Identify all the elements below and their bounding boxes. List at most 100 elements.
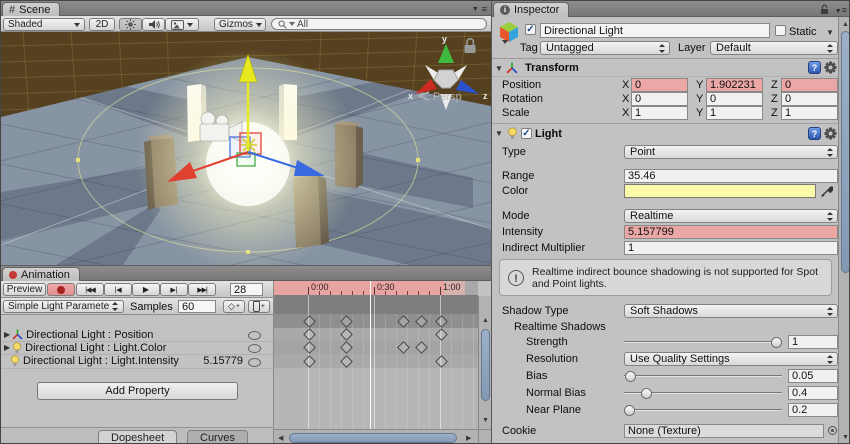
color-swatch[interactable] [624,184,816,198]
timeline-empty-area[interactable] [274,368,478,429]
resolution-dropdown[interactable]: Use Quality Settings [624,352,838,366]
audio-toggle-icon[interactable] [142,18,165,31]
strength-field[interactable]: 1 [788,335,838,349]
foldout-icon[interactable]: ▶ [4,330,10,339]
tab-dopesheet[interactable]: Dopesheet [98,430,177,444]
scene-panel-menu-icon[interactable]: ▼≡ [472,4,487,14]
gameobject-name-field[interactable]: Directional Light [540,23,770,38]
scene-search-input[interactable]: All [271,18,487,30]
normal-bias-slider-knob[interactable] [641,388,652,399]
hscroll-thumb[interactable] [289,433,457,443]
anim-property-row-position[interactable]: ▶ Directional Light : Position [1,328,273,342]
range-field[interactable]: 35.46 [624,169,838,183]
samples-field[interactable]: 60 [178,300,216,313]
playhead[interactable] [370,281,371,429]
eyedropper-icon[interactable] [820,184,833,198]
bias-slider-knob[interactable] [625,371,636,382]
current-frame-field[interactable]: 28 [230,283,263,296]
strength-slider-knob[interactable] [771,337,782,348]
scale-y-field[interactable]: 1 [706,106,763,120]
position-x-field[interactable]: 0 [631,78,688,92]
tag-dropdown[interactable]: Untagged [540,41,670,55]
tab-animation[interactable]: Animation [2,267,80,281]
static-dropdown-icon[interactable]: ▼ [826,28,834,37]
tab-inspector[interactable]: i Inspector [493,2,569,17]
scroll-up-icon[interactable]: ▲ [482,317,489,324]
bias-slider[interactable] [624,369,782,382]
rotation-x-field[interactable]: 0 [631,92,688,106]
next-frame-button[interactable]: ▶| [160,283,188,296]
indirect-multiplier-field[interactable]: 1 [624,241,838,255]
gameobject-cube-icon[interactable] [497,20,521,44]
anim-property-row-light-color[interactable]: ▶ Directional Light : Light.Color [1,341,273,355]
inspector-panel-menu-icon[interactable]: ▼≡ [835,5,847,15]
gameobject-enabled-checkbox[interactable]: ✓ [525,24,536,35]
scene-viewport[interactable]: y x z Persp [1,32,491,265]
add-property-button[interactable]: Add Property [37,382,238,400]
inspector-scrollbar[interactable]: ▲ ▼ [838,17,850,444]
strength-slider[interactable] [624,335,782,348]
2d-toggle-button[interactable]: 2D [89,18,115,31]
inspector-scroll-thumb[interactable] [841,31,850,273]
scroll-up-icon[interactable]: ▲ [842,21,849,28]
rotation-z-field[interactable]: 0 [781,92,838,106]
cookie-object-field[interactable]: None (Texture) [624,424,824,438]
keyframe-toggle[interactable] [248,358,261,367]
near-plane-slider-knob[interactable] [624,405,635,416]
rotation-y-field[interactable]: 0 [706,92,763,106]
near-plane-field[interactable]: 0.2 [788,403,838,417]
dopesheet-timeline[interactable]: ▲ ▼ ◀ ▶ 0:000:301:00 [274,281,491,444]
layer-dropdown[interactable]: Default [710,41,838,55]
light-header[interactable]: ▼ ✓ Light ? [492,124,838,142]
shaded-dropdown[interactable]: Shaded [3,18,85,31]
property-value[interactable]: 5.15779 [203,355,243,367]
position-y-field[interactable]: 1.902231 [706,78,763,92]
help-icon[interactable]: ? [808,127,821,140]
keyframe-toggle[interactable] [248,344,261,353]
help-icon[interactable]: ? [808,61,821,74]
foldout-icon[interactable]: ▶ [4,343,10,352]
foldout-icon[interactable]: ▼ [495,64,503,73]
gizmos-dropdown[interactable]: Gizmos [214,18,266,31]
foldout-icon[interactable]: ▼ [495,129,503,138]
anim-property-row-light-intensity[interactable]: Directional Light : Light.Intensity 5.15… [1,354,273,369]
goto-begin-button[interactable]: |◀◀ [76,283,104,296]
timeline-vscrollbar[interactable]: ▲ ▼ [478,296,491,429]
scroll-right-icon[interactable]: ▶ [466,435,471,442]
light-type-dropdown[interactable]: Point [624,145,838,159]
shadow-type-dropdown[interactable]: Soft Shadows [624,304,838,318]
prev-frame-button[interactable]: |◀ [104,283,132,296]
goto-end-button[interactable]: ▶▶| [188,283,216,296]
bias-field[interactable]: 0.05 [788,369,838,383]
scroll-left-icon[interactable]: ◀ [278,435,283,442]
lighting-toggle-icon[interactable] [119,18,142,31]
preview-toggle-button[interactable]: Preview [3,283,46,296]
mode-dropdown[interactable]: Realtime [624,209,838,223]
scale-z-field[interactable]: 1 [781,106,838,120]
gear-icon[interactable] [824,127,837,140]
normal-bias-slider[interactable] [624,386,782,399]
scale-x-field[interactable]: 1 [631,106,688,120]
scroll-down-icon[interactable]: ▼ [482,417,489,424]
play-button[interactable]: ▶ [132,283,160,296]
lock-icon[interactable] [820,4,829,15]
clip-dropdown[interactable]: Simple Light Parameter [3,300,124,313]
static-checkbox[interactable] [775,25,786,36]
add-keyframe-button[interactable]: ◇+ [223,300,245,313]
add-event-button[interactable]: + [248,300,270,313]
gear-icon[interactable] [824,61,837,74]
vscroll-thumb[interactable] [481,329,490,401]
transform-header[interactable]: ▼ Transform ? [492,59,838,77]
near-plane-slider[interactable] [624,403,782,416]
light-enabled-checkbox[interactable]: ✓ [521,128,532,139]
timeline-hscrollbar[interactable]: ◀ ▶ [274,429,478,444]
intensity-field[interactable]: 5.157799 [624,225,838,239]
position-z-field[interactable]: 0 [781,78,838,92]
normal-bias-field[interactable]: 0.4 [788,386,838,400]
record-button[interactable] [47,283,75,296]
scroll-down-icon[interactable]: ▼ [842,434,849,441]
tab-scene[interactable]: # Scene [2,2,60,16]
keyframe-toggle[interactable] [248,331,261,340]
tab-curves[interactable]: Curves [187,430,248,444]
effects-dropdown[interactable] [165,18,199,31]
